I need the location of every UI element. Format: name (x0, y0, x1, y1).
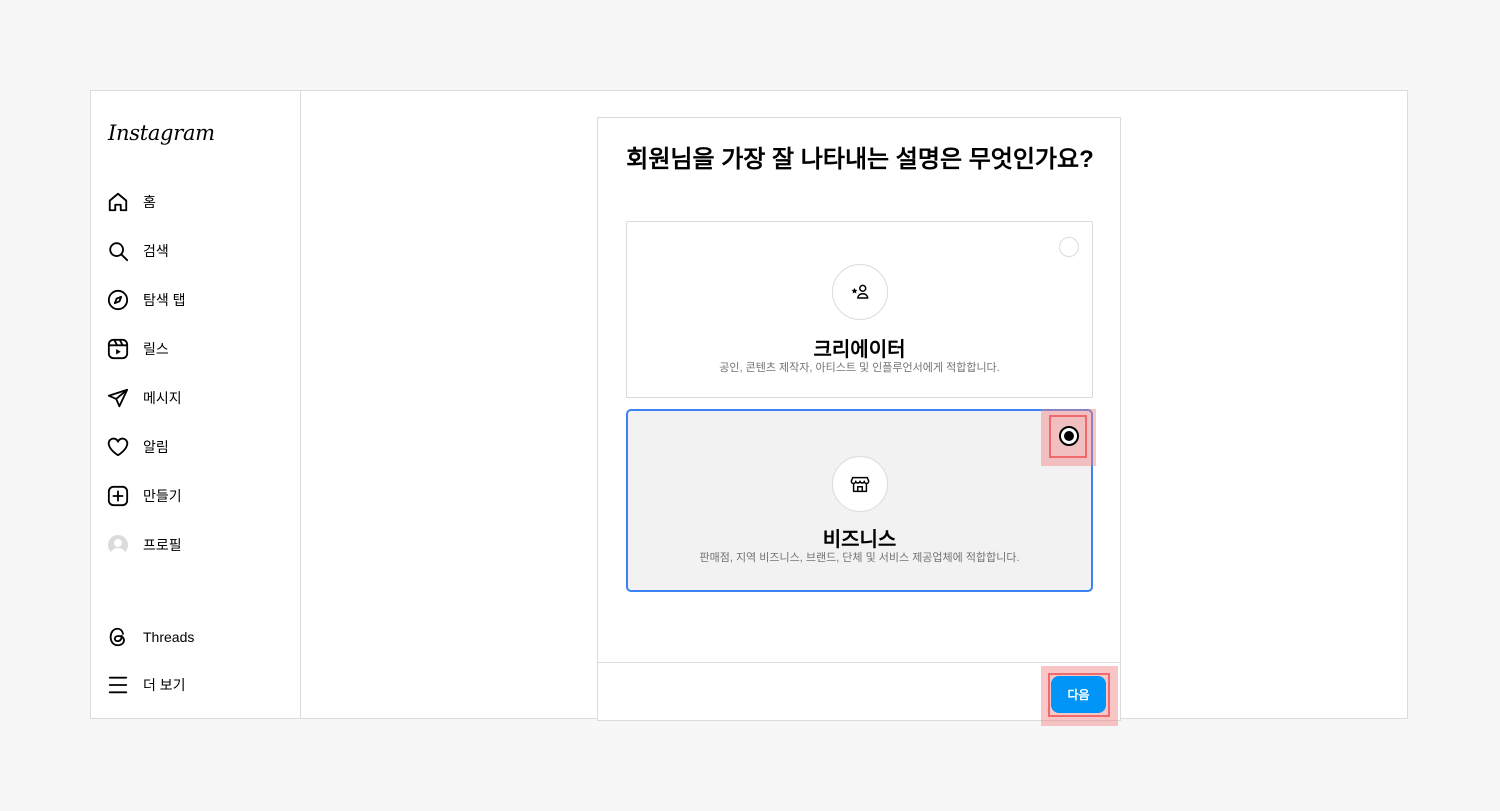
option-business[interactable]: 비즈니스 판매점, 지역 비즈니스, 브랜드, 단체 및 서비스 제공업체에 적… (626, 409, 1093, 592)
sidebar-item-threads[interactable]: Threads (107, 622, 194, 652)
sidebar-item-search[interactable]: 검색 (107, 236, 169, 266)
app-frame: Instagram 홈 검색 탐색 탭 릴스 메시지 알림 만들기 프로필 Th… (90, 90, 1408, 726)
shop-icon (831, 456, 888, 512)
footer-divider (598, 662, 1120, 663)
business-radio[interactable] (1059, 426, 1079, 446)
option-creator[interactable]: 크리에이터 공인, 콘텐츠 제작자, 아티스트 및 인플루언서에게 적합합니다. (626, 221, 1093, 398)
sidebar: Instagram 홈 검색 탐색 탭 릴스 메시지 알림 만들기 프로필 Th… (91, 91, 301, 718)
next-button[interactable]: 다음 (1051, 676, 1106, 713)
threads-icon (107, 626, 129, 648)
avatar (108, 535, 128, 555)
sidebar-item-label: 알림 (143, 439, 169, 455)
sidebar-item-messages[interactable]: 메시지 (107, 383, 182, 413)
heart-icon (107, 436, 129, 458)
sidebar-item-label: 검색 (143, 243, 169, 259)
reels-icon (107, 338, 129, 360)
sidebar-item-create[interactable]: 만들기 (107, 481, 182, 511)
sidebar-item-label: 만들기 (143, 488, 182, 504)
sidebar-item-label: 더 보기 (143, 677, 186, 693)
sidebar-item-label: 릴스 (143, 341, 169, 357)
account-type-dialog: 회원님을 가장 잘 나타내는 설명은 무엇인가요? 크리에이터 공인, 콘텐츠 … (597, 117, 1121, 726)
sidebar-item-label: 프로필 (143, 537, 182, 553)
creator-description: 공인, 콘텐츠 제작자, 아티스트 및 인플루언서에게 적합합니다. (719, 362, 1000, 374)
creator-radio[interactable] (1059, 237, 1079, 257)
sidebar-item-label: 메시지 (143, 390, 182, 406)
sidebar-item-notifications[interactable]: 알림 (107, 432, 169, 462)
search-icon (107, 240, 129, 262)
sidebar-item-label: 홈 (143, 194, 156, 210)
sidebar-item-more[interactable]: 더 보기 (107, 670, 186, 700)
home-icon (107, 191, 129, 213)
sidebar-item-profile[interactable]: 프로필 (107, 530, 182, 560)
plus-square-icon (107, 485, 129, 507)
dialog-title: 회원님을 가장 잘 나타내는 설명은 무엇인가요? (626, 146, 1094, 173)
instagram-logo[interactable]: Instagram (108, 121, 215, 145)
sidebar-item-label: Threads (143, 629, 195, 645)
business-title: 비즈니스 (822, 529, 897, 551)
sidebar-item-label: 탐색 탭 (143, 292, 186, 308)
creator-title: 크리에이터 (813, 339, 906, 361)
business-description: 판매점, 지역 비즈니스, 브랜드, 단체 및 서비스 제공업체에 적합합니다. (699, 552, 1020, 564)
compass-icon (107, 289, 129, 311)
send-icon (107, 387, 129, 409)
menu-icon (107, 674, 129, 696)
creator-icon (831, 264, 888, 320)
sidebar-item-reels[interactable]: 릴스 (107, 334, 169, 364)
sidebar-item-home[interactable]: 홈 (107, 187, 156, 217)
sidebar-item-explore[interactable]: 탐색 탭 (107, 285, 186, 315)
